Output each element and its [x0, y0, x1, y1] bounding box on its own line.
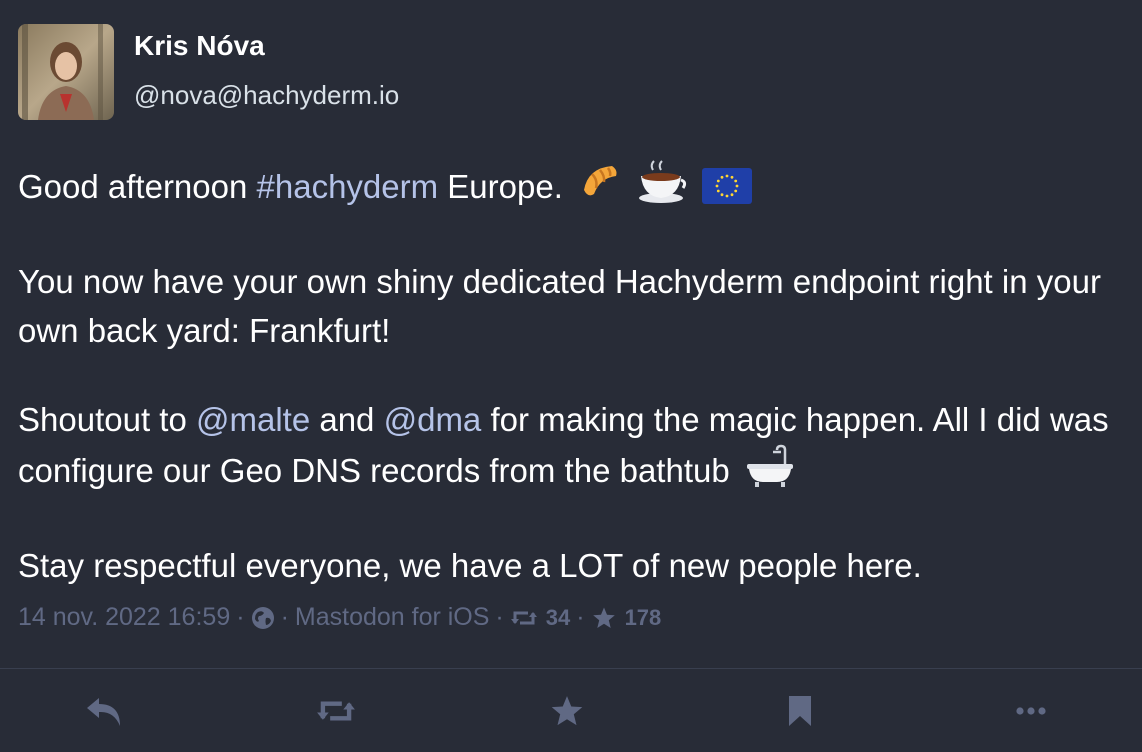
status-content: Good afternoon #hachyderm Europe. You no… — [18, 160, 1128, 630]
separator: · — [280, 603, 289, 631]
boost-count[interactable]: 34 — [546, 605, 570, 631]
bookmark-button[interactable] — [776, 693, 824, 733]
star-icon — [591, 606, 617, 630]
text-segment: Good afternoon — [18, 168, 257, 205]
text-segment: and — [310, 401, 384, 438]
separator: · — [495, 603, 504, 631]
paragraph-greeting: Good afternoon #hachyderm Europe. — [18, 160, 1128, 217]
ellipsis-icon — [1015, 704, 1047, 722]
reply-icon — [84, 694, 124, 733]
paragraph-announcement: You now have your own shiny dedicated Ha… — [18, 263, 1101, 349]
croissant-icon — [578, 160, 622, 217]
separator: · — [576, 603, 585, 631]
timestamp-link[interactable]: 14 nov. 2022 16:59 — [18, 603, 230, 632]
eu-flag-icon — [702, 168, 753, 217]
favourite-button[interactable] — [543, 693, 591, 733]
separator: · — [236, 603, 245, 631]
text-segment: Europe. — [438, 168, 563, 205]
hashtag-link[interactable]: #hachyderm — [257, 168, 439, 205]
author-display-name[interactable]: Kris Nóva — [134, 30, 265, 62]
star-icon — [549, 694, 585, 733]
paragraph-shoutout: Shoutout to @malte and @dma for making t… — [18, 395, 1128, 501]
hot-beverage-icon — [637, 160, 687, 217]
retweet-icon — [314, 695, 358, 732]
favourite-count[interactable]: 178 — [625, 605, 662, 631]
mention-link-dma[interactable]: @dma — [384, 401, 482, 438]
globe-icon — [251, 606, 275, 630]
reply-button[interactable] — [80, 693, 128, 733]
avatar[interactable] — [18, 24, 114, 120]
retweet-icon — [510, 607, 538, 629]
status-meta: 14 nov. 2022 16:59 · · Mastodon for iOS … — [18, 603, 661, 632]
more-button[interactable] — [1007, 693, 1055, 733]
bathtub-icon — [745, 444, 795, 501]
action-bar — [0, 669, 1142, 752]
paragraph-reminder: Stay respectful everyone, we have a LOT … — [18, 547, 922, 584]
mention-link-malte[interactable]: @malte — [196, 401, 310, 438]
client-name: Mastodon for iOS — [294, 603, 490, 631]
boost-button[interactable] — [312, 693, 360, 733]
bookmark-icon — [786, 694, 814, 733]
author-handle[interactable]: @nova@hachyderm.io — [134, 80, 399, 111]
text-segment: Shoutout to — [18, 401, 196, 438]
status-post: Kris Nóva @nova@hachyderm.io Good aftern… — [0, 0, 1142, 668]
